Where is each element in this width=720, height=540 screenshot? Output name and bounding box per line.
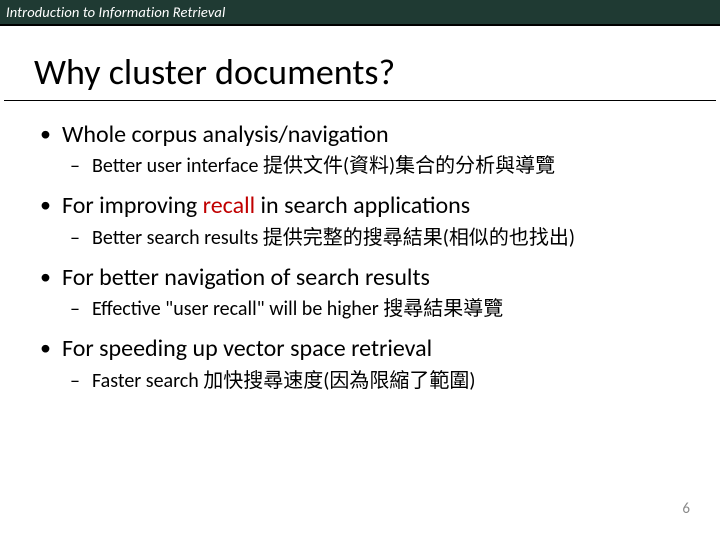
bullet-item: For better navigation of search results xyxy=(40,262,702,294)
slide-body: Whole corpus analysis/navigation Better … xyxy=(0,101,720,395)
course-banner: Introduction to Information Retrieval xyxy=(0,0,720,26)
sub-bullet-item: Better user interface 提供文件(資料)集合的分析與導覽 xyxy=(40,153,702,180)
bullet-item: For improving recall in search applicati… xyxy=(40,190,702,222)
sub-bullet-item: Faster search 加快搜尋速度(因為限縮了範圍) xyxy=(40,368,702,395)
accent-word: recall xyxy=(203,191,255,220)
bullet-item: Whole corpus analysis/navigation xyxy=(40,119,702,151)
sub-bullet-item: Better search results 提供完整的搜尋結果(相似的也找出) xyxy=(40,225,702,252)
page-number: 6 xyxy=(682,500,690,518)
bullet-item: For speeding up vector space retrieval xyxy=(40,333,702,365)
sub-bullet-item: Effective "user recall" will be higher 搜… xyxy=(40,296,702,323)
slide-title: Why cluster documents? xyxy=(4,26,716,101)
course-title: Introduction to Information Retrieval xyxy=(6,3,225,21)
